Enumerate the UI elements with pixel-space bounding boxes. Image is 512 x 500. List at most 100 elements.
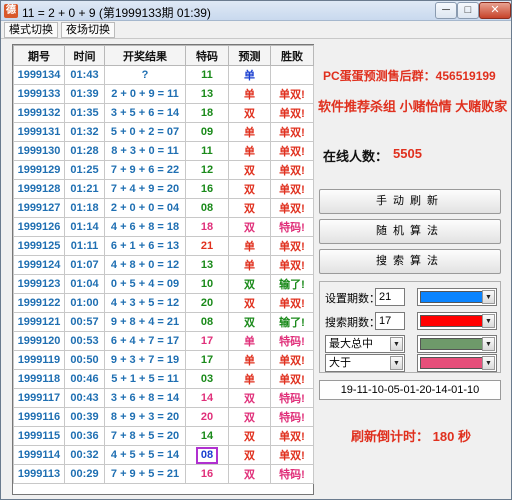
table-row[interactable]: 1999124 01:07 4 + 8 + 0 = 12 13 单单双! bbox=[13, 255, 314, 275]
search-color-select[interactable]: ▼ bbox=[417, 312, 497, 330]
menu-item-night-switch[interactable]: 夜场切换 bbox=[61, 22, 115, 38]
chevron-down-icon[interactable]: ▼ bbox=[482, 337, 495, 351]
table-row[interactable]: 1999118 00:46 5 + 1 + 5 = 11 03 单单双! bbox=[13, 369, 314, 389]
search-count-input[interactable]: 17 bbox=[375, 312, 405, 330]
mode-color-select[interactable]: ▼ bbox=[417, 335, 497, 353]
close-button[interactable]: ✕ bbox=[479, 2, 511, 19]
selected-cell-box: 08 bbox=[195, 446, 219, 464]
cell-outcome: 输了! bbox=[270, 312, 314, 332]
chevron-down-icon[interactable]: ▼ bbox=[390, 337, 403, 351]
col-header-result[interactable]: 开奖结果 bbox=[104, 45, 186, 66]
minimize-button[interactable]: ─ bbox=[435, 2, 457, 19]
table-row[interactable]: 1999133 01:39 2 + 0 + 9 = 11 13 单单双! bbox=[13, 84, 314, 104]
window-title: 11 = 2 + 0 + 9 (第1999133期 01:39) bbox=[22, 6, 211, 20]
cell-period: 1999129 bbox=[13, 160, 65, 180]
menu-item-mode-switch[interactable]: 模式切换 bbox=[4, 22, 58, 38]
countdown-unit: 秒 bbox=[457, 429, 471, 444]
table-row[interactable]: 1999119 00:50 9 + 3 + 7 = 19 17 单单双! bbox=[13, 350, 314, 370]
table-row[interactable]: 1999131 01:32 5 + 0 + 2 = 07 09 单单双! bbox=[13, 122, 314, 142]
table-row[interactable]: 1999134 01:43? 11 单 bbox=[13, 65, 314, 85]
cell-time: 00:32 bbox=[64, 445, 105, 465]
cell-special-code: 14 bbox=[185, 426, 229, 446]
cell-prediction: 单 bbox=[228, 255, 271, 275]
cell-outcome: 单双! bbox=[270, 236, 314, 256]
mode-color-swatch bbox=[420, 338, 483, 350]
table-row[interactable]: 1999122 01:00 4 + 3 + 5 = 12 20 双单双! bbox=[13, 293, 314, 313]
cell-outcome: 特码! bbox=[270, 464, 314, 484]
cell-outcome bbox=[270, 65, 314, 85]
cell-prediction: 单 bbox=[228, 236, 271, 256]
cell-special-code: 08 bbox=[185, 198, 229, 218]
table-row[interactable]: 1999130 01:28 8 + 3 + 0 = 11 11 单单双! bbox=[13, 141, 314, 161]
period-color-select[interactable]: ▼ bbox=[417, 288, 497, 306]
cell-outcome: 单双! bbox=[270, 293, 314, 313]
col-header-outcome[interactable]: 胜败 bbox=[270, 45, 314, 66]
mode-select-value: 最大总中 bbox=[329, 338, 373, 350]
chevron-down-icon[interactable]: ▼ bbox=[482, 356, 495, 370]
cell-result: 5 + 1 + 5 = 11 bbox=[104, 369, 186, 389]
cell-outcome: 单双! bbox=[270, 141, 314, 161]
cell-outcome: 单双! bbox=[270, 445, 314, 465]
table-row[interactable]: 1999123 01:04 0 + 5 + 4 = 09 10 双输了! bbox=[13, 274, 314, 294]
table-row[interactable]: 1999113 00:29 7 + 9 + 5 = 21 16 双特码! bbox=[13, 464, 314, 484]
cell-outcome: 特码! bbox=[270, 217, 314, 237]
cell-result: 2 + 0 + 9 = 11 bbox=[104, 84, 186, 104]
cell-prediction: 单 bbox=[228, 369, 271, 389]
col-header-prediction[interactable]: 预测 bbox=[228, 45, 271, 66]
compare-select[interactable]: 大于 ▼ bbox=[325, 354, 405, 372]
table-row[interactable]: 1999127 01:18 2 + 0 + 0 = 04 08 双单双! bbox=[13, 198, 314, 218]
chevron-down-icon[interactable]: ▼ bbox=[390, 356, 403, 370]
table-row[interactable]: 1999129 01:25 7 + 9 + 6 = 22 12 双单双! bbox=[13, 160, 314, 180]
sequence-field[interactable]: 19-11-10-05-01-20-14-01-10 bbox=[319, 380, 501, 400]
online-count-label: 在线人数： bbox=[323, 149, 389, 164]
col-header-time[interactable]: 时间 bbox=[64, 45, 105, 66]
col-header-special-code[interactable]: 特码 bbox=[185, 45, 229, 66]
cell-special-code: 08 bbox=[185, 445, 229, 465]
compare-color-select[interactable]: ▼ bbox=[417, 354, 497, 372]
title-bar[interactable]: 德 11 = 2 + 0 + 9 (第1999133期 01:39) ─ □ ✕ bbox=[1, 1, 511, 21]
cell-result: 7 + 8 + 5 = 20 bbox=[104, 426, 186, 446]
cell-period: 1999125 bbox=[13, 236, 65, 256]
compare-color-swatch bbox=[420, 357, 483, 369]
cell-outcome: 特码! bbox=[270, 331, 314, 351]
table-row[interactable]: 1999114 00:32 4 + 5 + 5 = 14 08 双单双! bbox=[13, 445, 314, 465]
cell-prediction: 双 bbox=[228, 198, 271, 218]
table-row[interactable]: 1999132 01:35 3 + 5 + 6 = 14 18 双单双! bbox=[13, 103, 314, 123]
chevron-down-icon[interactable]: ▼ bbox=[482, 290, 495, 304]
cell-prediction: 双 bbox=[228, 445, 271, 465]
table-row[interactable]: 1999117 00:43 3 + 6 + 8 = 14 14 双特码! bbox=[13, 388, 314, 408]
period-count-label: 设置期数： bbox=[325, 293, 380, 305]
col-header-period[interactable]: 期号 bbox=[13, 45, 65, 66]
maximize-button[interactable]: □ bbox=[457, 2, 479, 19]
search-algorithm-button[interactable]: 搜索算法 bbox=[319, 249, 501, 274]
table-row[interactable]: 1999125 01:11 6 + 1 + 6 = 13 21 单单双! bbox=[13, 236, 314, 256]
cell-prediction: 双 bbox=[228, 293, 271, 313]
cell-result: 5 + 0 + 2 = 07 bbox=[104, 122, 186, 142]
cell-time: 00:46 bbox=[64, 369, 105, 389]
manual-refresh-button[interactable]: 手动刷新 bbox=[319, 189, 501, 214]
table-row[interactable]: 1999116 00:39 8 + 9 + 3 = 20 20 双特码! bbox=[13, 407, 314, 427]
cell-period: 1999113 bbox=[13, 464, 65, 484]
cell-period: 1999132 bbox=[13, 103, 65, 123]
cell-result: 3 + 5 + 6 = 14 bbox=[104, 103, 186, 123]
cell-special-code: 17 bbox=[185, 331, 229, 351]
table-row[interactable]: 1999121 00:57 9 + 8 + 4 = 21 08 双输了! bbox=[13, 312, 314, 332]
cell-time: 01:35 bbox=[64, 103, 105, 123]
cell-outcome: 特码! bbox=[270, 407, 314, 427]
random-algorithm-button[interactable]: 随机算法 bbox=[319, 219, 501, 244]
table-row[interactable]: 1999128 01:21 7 + 4 + 9 = 20 16 双单双! bbox=[13, 179, 314, 199]
cell-outcome: 单双! bbox=[270, 350, 314, 370]
cell-result: 2 + 0 + 0 = 04 bbox=[104, 198, 186, 218]
cell-time: 00:57 bbox=[64, 312, 105, 332]
period-count-input[interactable]: 21 bbox=[375, 288, 405, 306]
table-row[interactable]: 1999120 00:53 6 + 4 + 7 = 17 17 单特码! bbox=[13, 331, 314, 351]
cell-result: ? bbox=[104, 65, 186, 85]
cell-period: 1999130 bbox=[13, 141, 65, 161]
cell-outcome: 单双! bbox=[270, 255, 314, 275]
mode-select[interactable]: 最大总中 ▼ bbox=[325, 335, 405, 353]
cell-period: 1999128 bbox=[13, 179, 65, 199]
table-row[interactable]: 1999126 01:14 4 + 6 + 8 = 18 18 双特码! bbox=[13, 217, 314, 237]
chevron-down-icon[interactable]: ▼ bbox=[482, 314, 495, 328]
cell-result: 4 + 3 + 5 = 12 bbox=[104, 293, 186, 313]
table-row[interactable]: 1999115 00:36 7 + 8 + 5 = 20 14 双单双! bbox=[13, 426, 314, 446]
